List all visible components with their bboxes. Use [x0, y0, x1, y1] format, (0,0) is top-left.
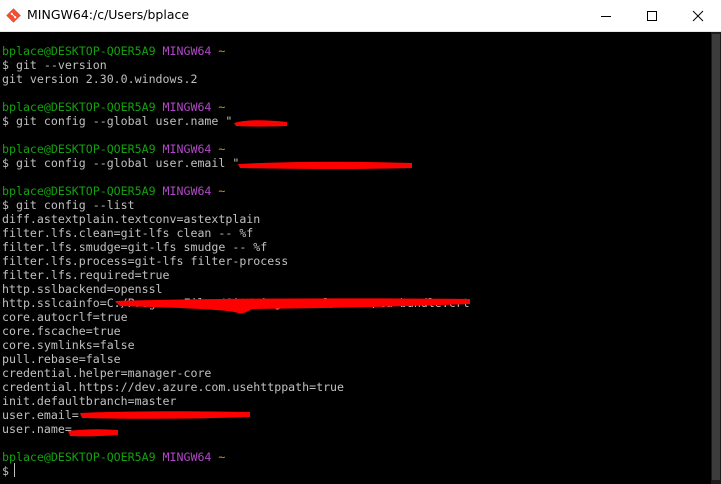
window-title: MINGW64:/c/Users/bplace — [27, 7, 190, 22]
command-line: $ git config --global user.email " — [2, 156, 240, 170]
prompt-line: bplace@DESKTOP-QOER5A9 MINGW64 ~ — [2, 142, 225, 156]
prompt-path: ~ — [218, 450, 226, 464]
output-line: credential.https://dev.azure.com.usehttp… — [2, 380, 345, 394]
close-button[interactable] — [675, 0, 721, 31]
prompt-user-host: bplace@DESKTOP-QOER5A9 — [2, 100, 156, 114]
git-bash-app-icon[interactable] — [6, 8, 21, 23]
scrollbar-thumb[interactable] — [712, 34, 720, 480]
output-line: diff.astextplain.textconv=astextplain — [2, 212, 261, 226]
prompt-shell: MINGW64 — [162, 142, 212, 156]
command-line: $ git config --global user.name " — [2, 114, 233, 128]
prompt-line: bplace@DESKTOP-QOER5A9 MINGW64 ~ — [2, 44, 225, 58]
output-line: http.sslbackend=openssl — [2, 282, 163, 296]
command-line: $ git --version — [2, 58, 107, 72]
minimize-icon — [601, 15, 611, 17]
prompt-user-host: bplace@DESKTOP-QOER5A9 — [2, 44, 156, 58]
prompt-path: ~ — [218, 142, 226, 156]
maximize-button[interactable] — [629, 0, 675, 31]
prompt-line: bplace@DESKTOP-QOER5A9 MINGW64 ~ — [2, 100, 225, 114]
output-line: filter.lfs.smudge=git-lfs smudge -- %f — [2, 240, 268, 254]
output-line: user.name= — [2, 422, 72, 436]
text-cursor — [14, 463, 15, 477]
output-line: filter.lfs.required=true — [2, 268, 170, 282]
vertical-scrollbar[interactable] — [711, 32, 721, 484]
redaction-mark-user-email — [238, 161, 412, 169]
output-line: credential.helper=manager-core — [2, 366, 212, 380]
output-line: filter.lfs.clean=git-lfs clean -- %f — [2, 226, 254, 240]
prompt-user-host: bplace@DESKTOP-QOER5A9 — [2, 450, 156, 464]
output-line: core.fscache=true — [2, 324, 121, 338]
prompt-path: ~ — [218, 100, 226, 114]
prompt-path: ~ — [218, 184, 226, 198]
prompt-shell: MINGW64 — [162, 450, 212, 464]
output-line: init.defaultbranch=master — [2, 394, 177, 408]
output-line: pull.rebase=false — [2, 352, 121, 366]
prompt-shell: MINGW64 — [162, 100, 212, 114]
prompt-user-host: bplace@DESKTOP-QOER5A9 — [2, 184, 156, 198]
output-line: core.autocrlf=true — [2, 310, 128, 324]
maximize-icon — [647, 10, 657, 21]
command-line: $ git config --list — [2, 198, 135, 212]
prompt-user-host: bplace@DESKTOP-QOER5A9 — [2, 142, 156, 156]
redaction-mark-config-name — [68, 429, 118, 437]
output-line: filter.lfs.process=git-lfs filter-proces… — [2, 254, 289, 268]
prompt-line: bplace@DESKTOP-QOER5A9 MINGW64 ~ — [2, 450, 225, 464]
redaction-mark-sslcainfo — [115, 298, 470, 314]
output-line: core.symlinks=false — [2, 338, 135, 352]
redaction-mark-user-name — [234, 120, 287, 127]
redaction-mark-config-email — [80, 411, 250, 419]
prompt-shell: MINGW64 — [162, 184, 212, 198]
minimize-button[interactable] — [583, 0, 629, 31]
output-line: git version 2.30.0.windows.2 — [2, 72, 198, 86]
prompt-path: ~ — [218, 44, 226, 58]
prompt-line: bplace@DESKTOP-QOER5A9 MINGW64 ~ — [2, 184, 225, 198]
title-bar[interactable]: MINGW64:/c/Users/bplace — [0, 0, 721, 32]
prompt-shell: MINGW64 — [162, 44, 212, 58]
close-icon — [692, 10, 704, 21]
output-line: user.email= — [2, 408, 79, 422]
